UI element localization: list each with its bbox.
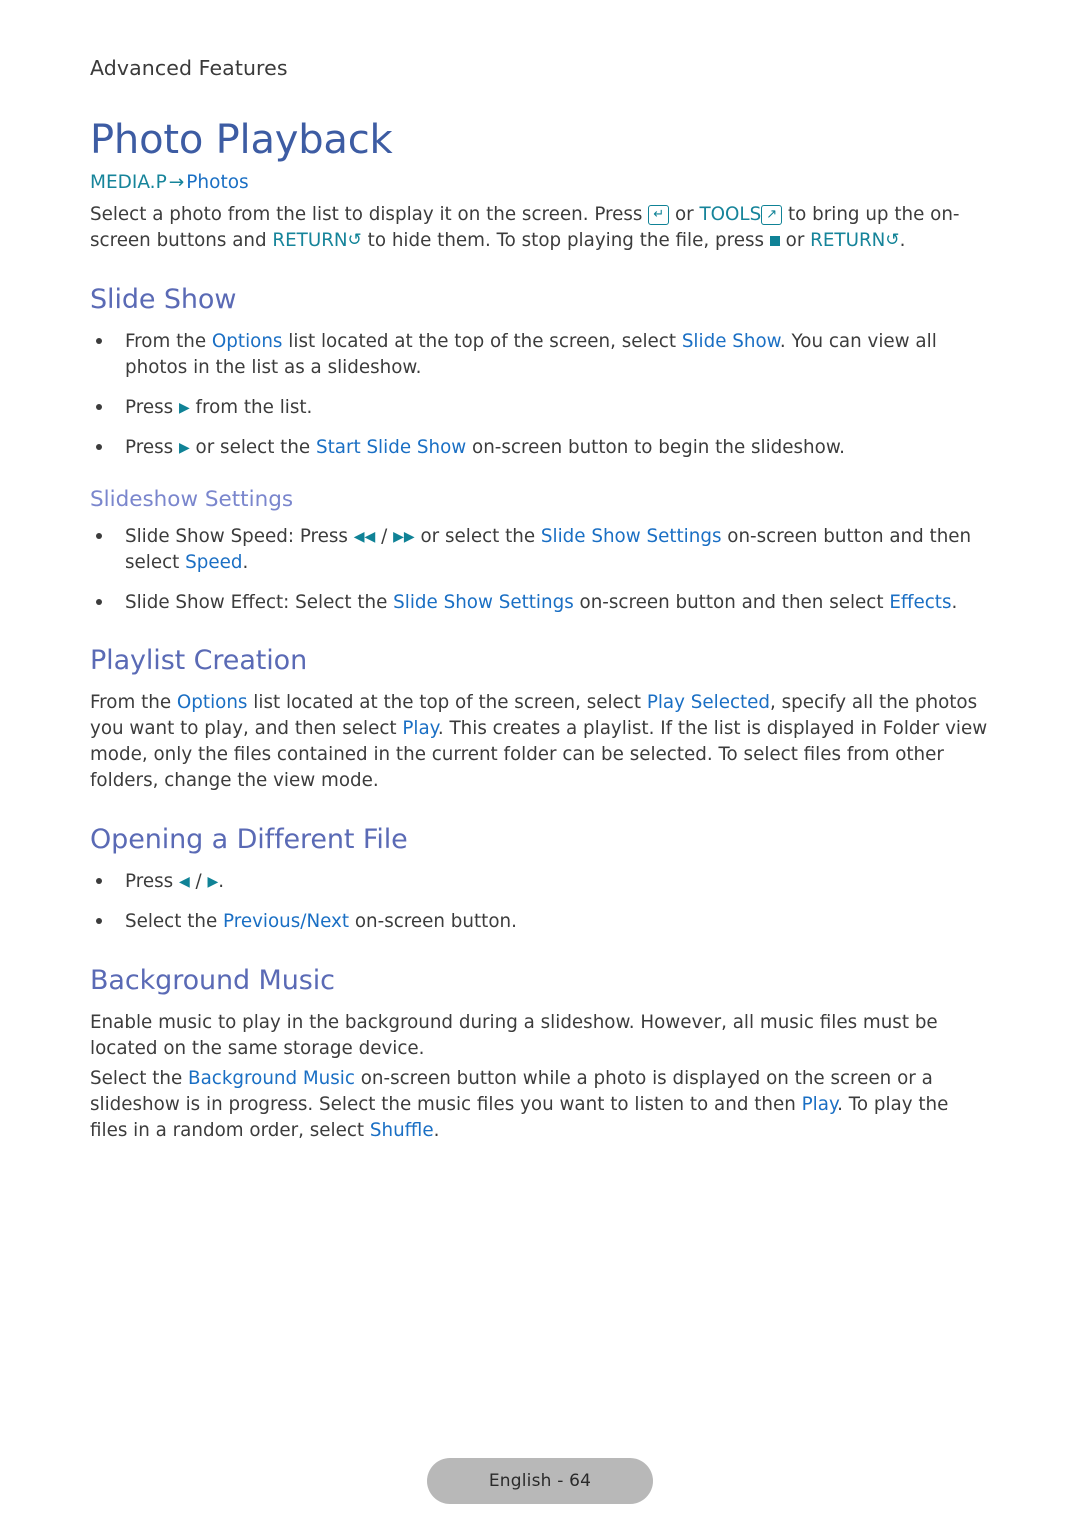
breadcrumb-root: MEDIA.P (90, 171, 167, 193)
list-item: From the Options list located at the top… (90, 329, 990, 381)
intro-text-4: to hide them. To stop playing the file, … (361, 229, 770, 251)
bullet-text-c: on-screen button and then select (573, 591, 890, 613)
playlist-creation-paragraph: From the Options list located at the top… (90, 690, 990, 794)
section-title-background-music: Background Music (90, 965, 335, 997)
intro-text-5: or (779, 229, 811, 251)
breadcrumb: MEDIA.P → Photos (90, 171, 990, 196)
link-start-slide-show: Start Slide Show (315, 436, 467, 458)
slideshow-settings-bullet-list: Slide Show Speed: Press ◀◀ / ▶▶ or selec… (90, 524, 990, 616)
play-icon: ▶ (178, 399, 190, 416)
slide-show-bullet-list: From the Options list located at the top… (90, 329, 990, 461)
link-background-music: Background Music (188, 1068, 355, 1090)
link-speed: Speed (185, 551, 243, 573)
opening-different-file-bullet-list: Press ◀ / ▶. Select the Previous/Next on… (90, 869, 990, 935)
intro-text-6: . (899, 229, 906, 251)
section-title-opening-a-different-file: Opening a Different File (90, 824, 408, 856)
list-item: Press ▶ or select the Start Slide Show o… (90, 435, 990, 461)
page-indicator: English - 64 (426, 1458, 654, 1504)
bullet-text-c: on-screen button to begin the slideshow. (466, 436, 845, 458)
running-header: Advanced Features (90, 56, 288, 80)
link-previous-next: Previous/Next (223, 911, 350, 933)
bullet-text-a: Press (125, 436, 179, 458)
bullet-text-a: Slide Show Speed: Press (125, 525, 354, 547)
intro-text-1: Select a photo from the list to display … (90, 203, 649, 225)
link-play-selected: Play Selected (646, 692, 771, 714)
bullet-text-a: Select the (125, 911, 224, 933)
rewind-icon: ◀◀ (353, 528, 376, 545)
bullet-text-a: From the (125, 330, 212, 352)
intro-paragraph: Select a photo from the list to display … (90, 202, 990, 254)
list-item: Press ◀ / ▶. (90, 869, 990, 895)
return-key-label-2: RETURN (810, 229, 886, 251)
list-item: Slide Show Effect: Select the Slide Show… (90, 590, 990, 616)
link-effects: Effects (889, 591, 952, 613)
return-key-label: RETURN (272, 229, 348, 251)
bullet-text-a: Press (125, 871, 179, 893)
document-content: Photo Playback MEDIA.P → Photos Select a p… (90, 118, 990, 1148)
link-slide-show: Slide Show (681, 330, 780, 352)
bullet-sep: / (375, 525, 394, 547)
bullet-text-b: . (218, 871, 225, 893)
bullet-text-a: Press (125, 396, 179, 418)
intro-text-2: or (669, 203, 700, 225)
link-play: Play (402, 718, 438, 740)
enter-key-icon: ↵ (648, 204, 670, 225)
para-text-b: list located at the top of the screen, s… (247, 692, 647, 714)
bullet-text-b: list located at the top of the screen, s… (282, 330, 682, 352)
background-music-paragraph-1: Enable music to play in the background d… (90, 1012, 938, 1060)
para-text-d: . (433, 1120, 440, 1142)
next-arrow-icon: ▶ (207, 874, 219, 891)
link-play: Play (801, 1094, 838, 1116)
para-text-a: Select the (90, 1068, 189, 1090)
bullet-text-d: . (951, 591, 958, 613)
bullet-text-b: or select the (414, 525, 541, 547)
list-item: Press ▶ from the list. (90, 395, 990, 421)
bullet-text-b: from the list. (189, 396, 313, 418)
background-music-paragraph-2: Select the Background Music on-screen bu… (90, 1066, 990, 1144)
fast-forward-icon: ▶▶ (393, 528, 415, 545)
bullet-text-a: Slide Show Effect: Select the (125, 591, 394, 613)
link-slide-show-settings: Slide Show Settings (393, 591, 574, 613)
section-title-slide-show: Slide Show (90, 283, 237, 315)
breadcrumb-leaf: Photos (186, 171, 249, 193)
document-page: Advanced Features Photo Playback MEDIA.P… (0, 0, 1080, 1534)
page-footer: English - 64 (0, 1458, 1080, 1504)
bullet-text-d: . (242, 551, 249, 573)
link-options: Options (211, 330, 283, 352)
bullet-text-b: on-screen button. (349, 911, 517, 933)
tools-key-icon: ↗ (761, 204, 783, 225)
bullet-sep: / (189, 871, 208, 893)
section-title-playlist-creation: Playlist Creation (90, 645, 308, 677)
bullet-text-b: or select the (189, 436, 316, 458)
play-icon: ▶ (178, 439, 190, 456)
subsection-title-slideshow-settings: Slideshow Settings (90, 486, 294, 512)
list-item: Select the Previous/Next on-screen butto… (90, 909, 990, 935)
page-title: Photo Playback (90, 117, 393, 163)
tools-key-label: TOOLS (699, 203, 762, 225)
stop-icon (769, 235, 780, 246)
return-arrow-icon-2: ↺ (885, 229, 900, 250)
link-slide-show-settings: Slide Show Settings (540, 525, 722, 547)
previous-arrow-icon: ◀ (178, 874, 190, 891)
para-text-a: From the (90, 692, 177, 714)
breadcrumb-arrow-icon: → (168, 171, 185, 193)
link-shuffle: Shuffle (369, 1120, 434, 1142)
return-arrow-icon: ↺ (347, 229, 362, 250)
link-options: Options (176, 692, 248, 714)
list-item: Slide Show Speed: Press ◀◀ / ▶▶ or selec… (90, 524, 990, 576)
